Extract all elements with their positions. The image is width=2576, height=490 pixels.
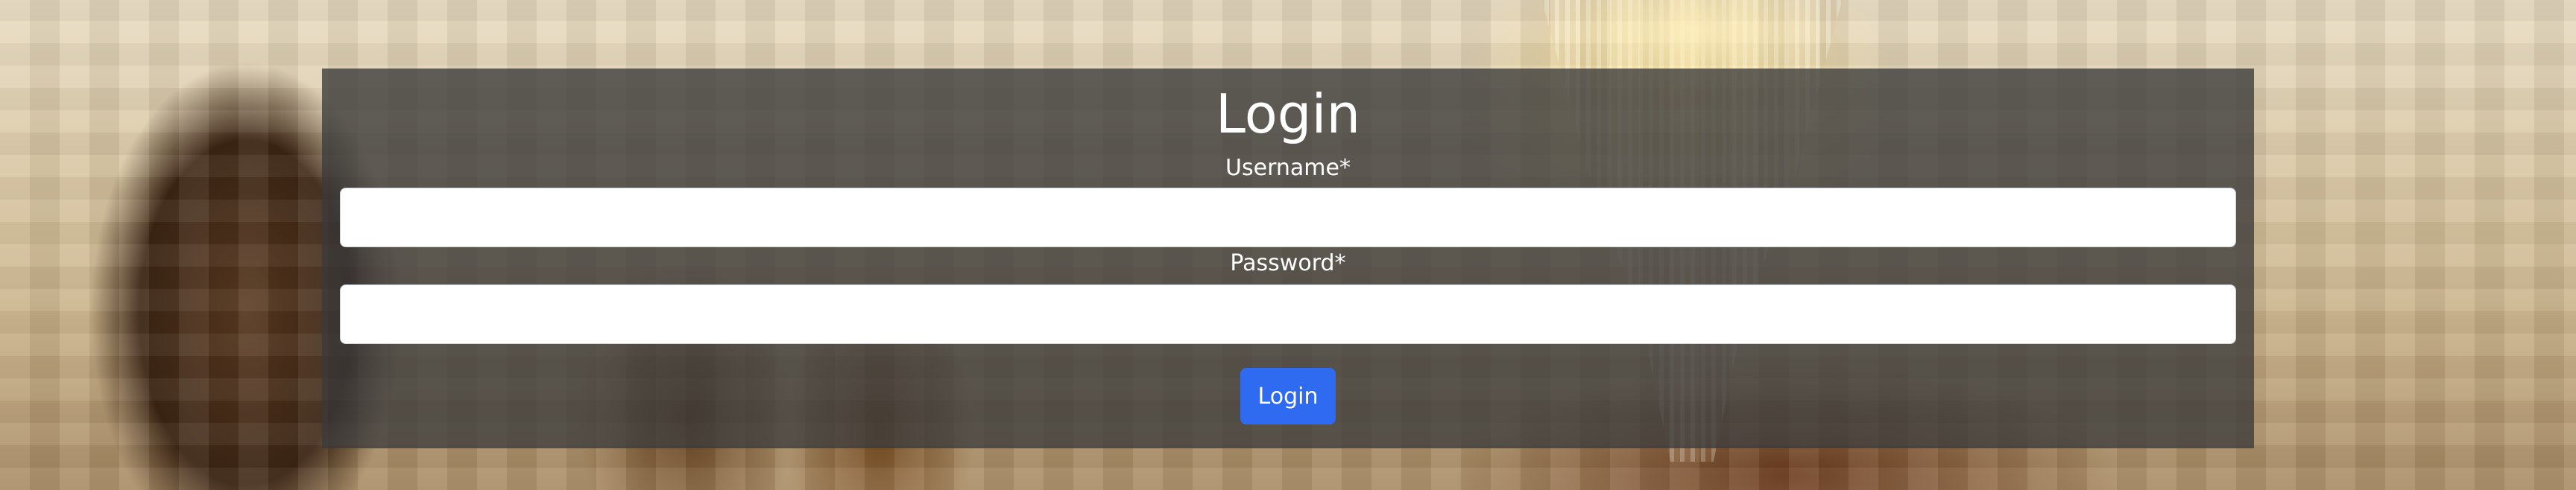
login-panel: Login Username* Password* Login (322, 69, 2254, 448)
login-title: Login (1215, 83, 1361, 145)
username-input[interactable] (340, 188, 2236, 247)
password-input[interactable] (340, 284, 2236, 344)
login-button[interactable]: Login (1240, 368, 1336, 424)
password-label: Password* (1230, 250, 1346, 276)
username-label: Username* (1225, 155, 1351, 181)
